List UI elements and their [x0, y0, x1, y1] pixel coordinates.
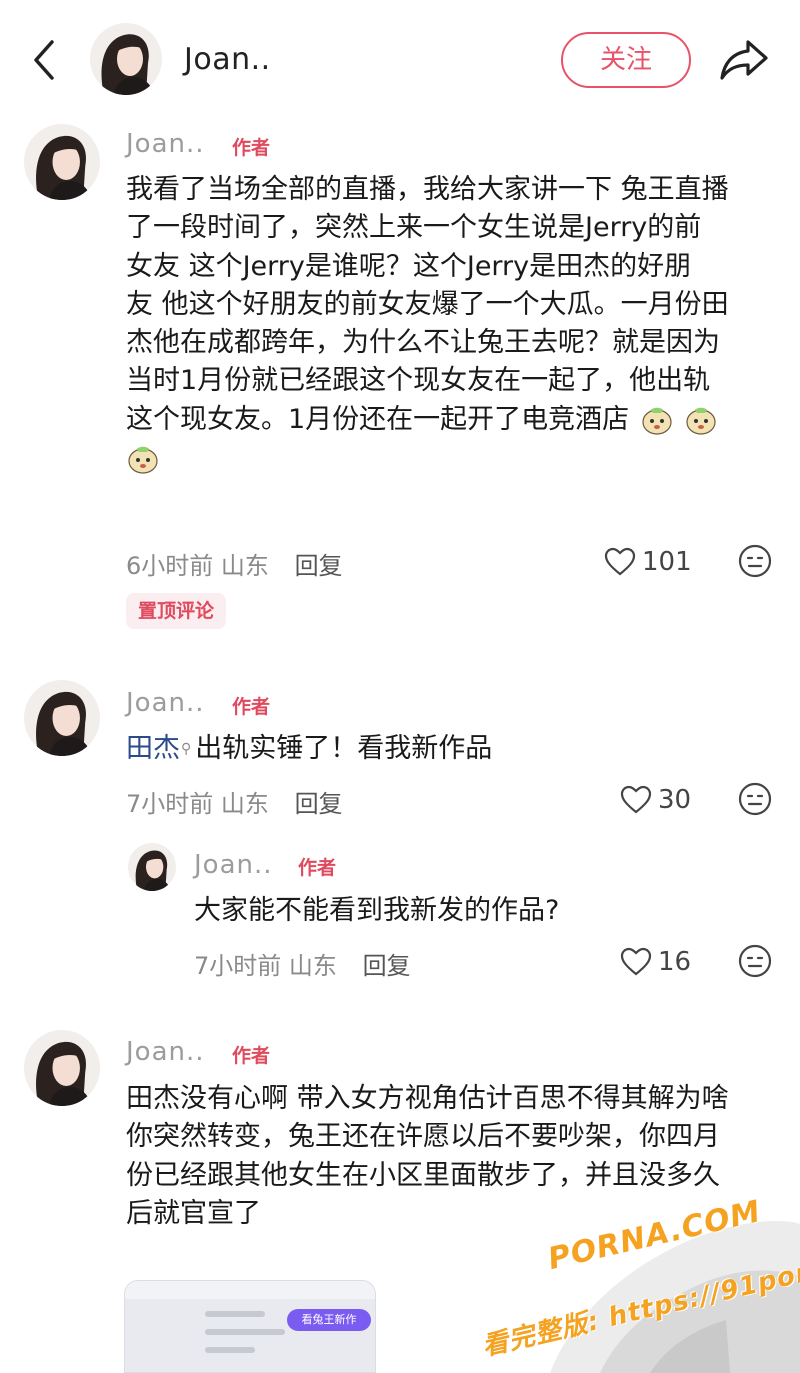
comment-time: 7小时前 [194, 952, 282, 980]
dog-emoji-icon [128, 446, 158, 474]
avatar[interactable] [24, 680, 100, 756]
reply-button[interactable]: 回复 [295, 790, 343, 818]
comment-time: 6小时前 [126, 552, 214, 580]
comment-line: 田杰没有心啊 带入女方视角估计百思不得其解为啥 [126, 1083, 729, 1114]
dog-emoji-icon [686, 408, 716, 435]
reply-button[interactable]: 回复 [295, 552, 343, 580]
like-count: 16 [658, 947, 692, 977]
reply-button[interactable]: 回复 [363, 952, 411, 980]
like-count: 101 [642, 547, 692, 577]
comment-line: 你突然转变，兔王还在许愿以后不要吵架，你四月 [126, 1121, 720, 1153]
thumbnail-text-line [205, 1329, 285, 1335]
comment-line [126, 439, 776, 477]
heart-icon [620, 947, 652, 976]
comment-meta: 7小时前 山东 回复 [194, 946, 411, 981]
heart-icon [620, 785, 652, 814]
comment-line-text: 这个现女友。1月份还在一起开了电竞酒店 [126, 403, 630, 435]
comment-location: 山东 [220, 790, 269, 818]
like-button[interactable]: 30 [620, 782, 691, 818]
comment-body: 出轨实锤了！看我新作品 [195, 733, 493, 764]
share-icon[interactable] [718, 36, 770, 84]
back-arrow-icon[interactable] [28, 38, 62, 82]
thumbnail-text-line [205, 1311, 265, 1317]
thumbnail-pill: 看兔王新作 [287, 1309, 371, 1331]
avatar[interactable] [24, 1030, 100, 1106]
comment-username[interactable]: Joan.. [194, 850, 273, 880]
comment-username[interactable]: Joan.. [126, 129, 205, 159]
comment-location: 山东 [288, 952, 337, 980]
avatar[interactable] [24, 124, 100, 200]
thumbnail-text-line [205, 1347, 255, 1353]
heart-icon [604, 547, 636, 576]
comment-text: 大家能不能看到我新发的作品? [194, 895, 560, 926]
author-tag: 作者 [232, 1045, 271, 1067]
top-nav-bar: Joan.. 关注 [0, 0, 800, 120]
like-count: 30 [658, 785, 692, 815]
avatar[interactable] [128, 843, 176, 891]
mention-link[interactable]: 田杰 [126, 733, 180, 764]
comment-meta: 6小时前 山东 回复 [126, 546, 343, 581]
comment-text: 田杰⚲ 出轨实锤了！看我新作品 [126, 730, 766, 768]
comment-location: 山东 [220, 552, 269, 580]
thumbnail-window-bar [125, 1281, 375, 1299]
pinned-comment-badge: 置顶评论 [126, 593, 227, 629]
header-username: Joan.. [184, 42, 271, 77]
author-tag: 作者 [232, 137, 271, 159]
dog-emoji-icon [642, 408, 672, 435]
emoji-react-icon[interactable] [738, 944, 772, 978]
emoji-react-icon[interactable] [738, 782, 772, 816]
comment-line: 女友 这个Jerry是谁呢？这个Jerry是田杰的好朋 [126, 250, 692, 282]
author-tag: 作者 [298, 857, 337, 879]
author-tag: 作者 [232, 696, 271, 718]
follow-button[interactable]: 关注 [561, 32, 691, 88]
like-button[interactable]: 16 [620, 944, 691, 980]
emoji-react-icon[interactable] [738, 544, 772, 578]
comment-text: 我看了当场全部的直播，我给大家讲一下 兔王直播 了一段时间了，突然上来一个女生说… [126, 171, 776, 477]
like-button[interactable]: 101 [604, 544, 692, 580]
comment-meta: 7小时前 山东 回复 [126, 784, 343, 819]
comment-line: 友 他这个好朋友的前女友爆了一个大瓜。一月份田 [126, 288, 729, 320]
avatar[interactable] [90, 23, 162, 95]
comment-line: 杰他在成都跨年，为什么不让兔王去呢？就是因为 [126, 327, 720, 359]
comment-username[interactable]: Joan.. [126, 688, 205, 718]
comment-line: 这个现女友。1月份还在一起开了电竞酒店 [126, 401, 776, 439]
comment-line: 当时1月份就已经跟这个现女友在一起了，他出轨 [126, 365, 711, 397]
attached-image-thumbnail[interactable]: 看兔王新作 [124, 1280, 376, 1373]
comment-time: 7小时前 [126, 790, 214, 818]
comment-username[interactable]: Joan.. [126, 1037, 205, 1067]
comment-line: 我看了当场全部的直播，我给大家讲一下 兔王直播 [126, 174, 729, 205]
comment-line: 了一段时间了，突然上来一个女生说是Jerry的前 [126, 212, 702, 244]
search-icon: ⚲ [181, 741, 192, 757]
